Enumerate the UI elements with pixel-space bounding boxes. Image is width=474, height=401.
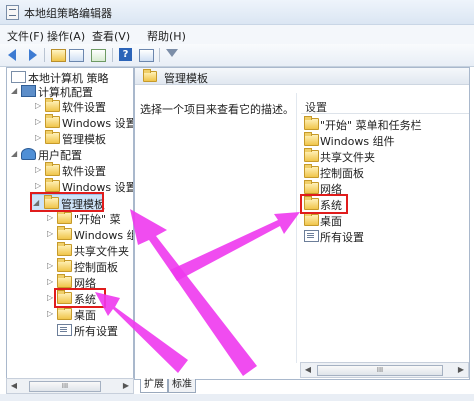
list-item-label: 控制面板: [320, 167, 364, 180]
window-title: 本地组策略编辑器: [24, 7, 112, 20]
tree-item-label: "开始" 菜: [74, 213, 121, 226]
scroll-right-icon[interactable]: ▶: [454, 363, 468, 377]
show-hide-tree-icon[interactable]: [68, 47, 84, 63]
folder-icon: [57, 274, 72, 288]
list-item-label: Windows 组件: [320, 135, 395, 148]
expand-icon[interactable]: ▷: [47, 309, 55, 318]
up-folder-icon[interactable]: [50, 47, 66, 63]
gpedit-app-icon: [6, 5, 19, 20]
tab-standard[interactable]: 标准: [168, 379, 196, 393]
tree-item-label: 共享文件夹: [74, 245, 129, 258]
toolbar: ?: [0, 44, 474, 67]
tree-item-label: Windows 组件: [74, 229, 133, 242]
computer-icon: [21, 85, 36, 97]
expand-icon[interactable]: ▷: [35, 165, 43, 174]
folder-icon: [45, 98, 60, 112]
tree-item-label: 软件设置: [62, 101, 106, 114]
folder-icon: [45, 114, 60, 128]
list-item-label: "开始" 菜单和任务栏: [320, 119, 422, 132]
folder-icon: [57, 242, 72, 256]
tree-horizontal-scrollbar[interactable]: ◀ III ▶: [6, 378, 134, 394]
properties-icon[interactable]: [138, 47, 154, 63]
expand-icon[interactable]: ▷: [47, 213, 55, 222]
back-icon[interactable]: [6, 47, 22, 63]
folder-icon: [304, 148, 319, 162]
policy-doc-icon: [11, 71, 26, 83]
folder-icon: [304, 164, 319, 178]
details-horizontal-scrollbar[interactable]: ◀ III ▶: [300, 362, 469, 378]
view-tabs: 扩展 标准: [134, 379, 468, 393]
expand-icon[interactable]: ▷: [35, 133, 43, 142]
expand-icon[interactable]: ▷: [47, 261, 55, 270]
title-bar: 本地组策略编辑器: [0, 0, 474, 25]
collapse-icon[interactable]: ◢: [11, 86, 19, 95]
scroll-left-icon[interactable]: ◀: [301, 363, 315, 377]
toolbar-separator: [112, 48, 113, 62]
highlight-system-list: [300, 194, 348, 214]
column-header-divider: [301, 113, 469, 114]
scroll-thumb[interactable]: III: [29, 381, 101, 392]
toolbar-separator: [44, 48, 45, 62]
menu-help[interactable]: 帮助(H): [147, 28, 186, 44]
tree-item-label: 所有设置: [74, 325, 118, 338]
tree-item-label: 用户配置: [38, 149, 82, 162]
description-text: 选择一个项目来查看它的描述。: [140, 103, 294, 116]
menu-file[interactable]: 文件(F): [7, 28, 44, 44]
expand-icon[interactable]: ▷: [35, 181, 43, 190]
forward-icon[interactable]: [24, 47, 40, 63]
scroll-right-icon[interactable]: ▶: [119, 379, 133, 393]
filter-icon[interactable]: [164, 47, 180, 63]
list-item-label: 所有设置: [320, 231, 364, 244]
tree-item-label: 软件设置: [62, 165, 106, 178]
list-item-label: 共享文件夹: [320, 151, 375, 164]
folder-icon: [57, 210, 72, 224]
tree-item-label: 桌面: [74, 309, 96, 322]
details-header-title: 管理模板: [164, 72, 208, 85]
tree-item-label: 管理模板: [62, 133, 106, 146]
all-settings-icon: [57, 324, 72, 336]
user-icon: [21, 148, 36, 160]
menu-bar: 文件(F) 操作(A) 查看(V) 帮助(H): [0, 25, 474, 44]
expand-icon[interactable]: ▷: [47, 277, 55, 286]
folder-icon: [304, 180, 319, 194]
expand-icon[interactable]: ▷: [47, 229, 55, 238]
help-icon[interactable]: ?: [118, 47, 134, 63]
folder-icon: [304, 132, 319, 146]
status-bar: [0, 394, 474, 401]
export-list-icon[interactable]: [90, 47, 106, 63]
tree-pane[interactable]: 本地计算机 策略 ◢ 计算机配置 ▷ 软件设置 ▷ Windows 设置 ▷ 管…: [6, 67, 134, 379]
highlight-admin-templates: [30, 192, 104, 212]
list-item-label: 桌面: [320, 215, 342, 228]
pane-divider: [296, 93, 297, 363]
folder-icon: [57, 258, 72, 272]
menu-view[interactable]: 查看(V): [92, 28, 130, 44]
toolbar-separator: [159, 48, 160, 62]
expand-icon[interactable]: ▷: [35, 101, 43, 110]
folder-icon: [143, 69, 157, 82]
details-header: 管理模板: [135, 68, 469, 85]
scroll-thumb[interactable]: III: [317, 365, 443, 376]
tree-item-label: 控制面板: [74, 261, 118, 274]
folder-icon: [45, 130, 60, 144]
collapse-icon[interactable]: ◢: [11, 149, 19, 158]
folder-icon: [57, 226, 72, 240]
folder-icon: [57, 306, 72, 320]
scroll-left-icon[interactable]: ◀: [7, 379, 21, 393]
all-settings-icon: [304, 230, 319, 242]
tab-extended[interactable]: 扩展: [140, 379, 168, 393]
menu-action[interactable]: 操作(A): [47, 28, 85, 44]
folder-icon: [45, 178, 60, 192]
tree-item-label: Windows 设置: [62, 117, 134, 130]
details-pane: 管理模板 选择一个项目来查看它的描述。 设置 "开始" 菜单和任务栏 Windo…: [134, 67, 470, 380]
folder-icon: [304, 212, 319, 226]
expand-icon[interactable]: ▷: [35, 117, 43, 126]
folder-icon: [45, 162, 60, 176]
highlight-system: [54, 288, 106, 308]
folder-icon: [304, 116, 319, 130]
